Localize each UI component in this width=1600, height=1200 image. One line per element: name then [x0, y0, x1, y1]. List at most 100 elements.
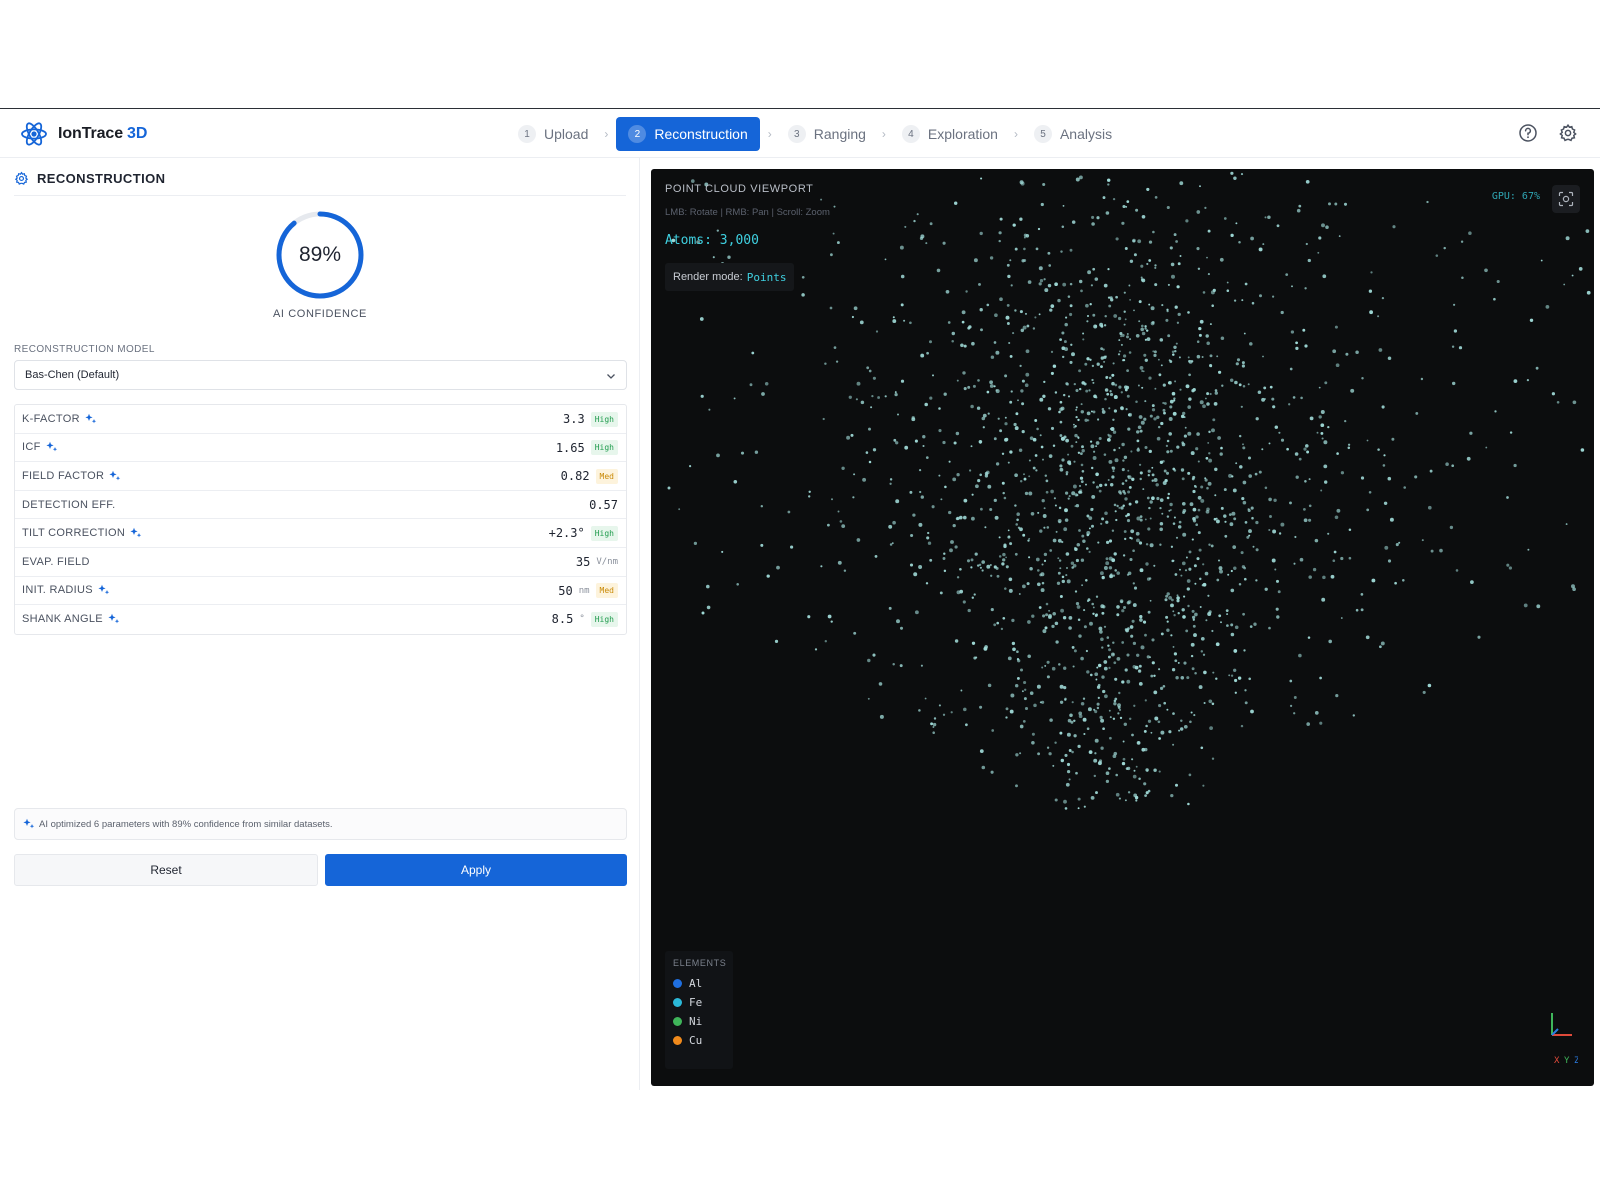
atom-point [1092, 410, 1096, 414]
atom-point [970, 404, 974, 409]
atom-point [1254, 472, 1258, 476]
atom-point [1064, 322, 1068, 327]
atom-point [1207, 612, 1212, 616]
param-value[interactable]: 0.82 [561, 469, 590, 483]
atom-point [1230, 632, 1235, 637]
atom-point [940, 498, 943, 501]
atom-point [1081, 445, 1084, 449]
atom-point [1094, 752, 1097, 755]
brand[interactable]: IonTrace 3D [20, 120, 147, 148]
legend-item[interactable]: Ni [673, 1012, 725, 1031]
atom-point [1066, 762, 1071, 767]
param-unit: nm [578, 585, 590, 596]
param-value[interactable]: 1.65 [556, 441, 585, 455]
atom-point [986, 390, 990, 394]
param-value[interactable]: 50 [558, 584, 572, 598]
atom-point [1176, 285, 1180, 289]
apply-button[interactable]: Apply [325, 854, 627, 886]
atom-point [1118, 708, 1122, 711]
chevron-right-icon: › [604, 127, 609, 141]
atom-point [1215, 519, 1220, 524]
param-value[interactable]: 8.5 [552, 612, 574, 626]
atom-point [980, 328, 983, 332]
atom-point [1545, 305, 1550, 309]
atom-point [1136, 430, 1140, 434]
point-cloud-viewport[interactable]: POINT CLOUD VIEWPORT LMB: Rotate | RMB: … [651, 169, 1594, 1086]
atom-point [1141, 386, 1144, 389]
atom-point [1058, 410, 1061, 414]
atom-point [1085, 389, 1089, 393]
reset-button[interactable]: Reset [14, 854, 318, 886]
legend-item[interactable]: Cu [673, 1031, 725, 1050]
param-value[interactable]: 35 [576, 555, 590, 569]
param-row[interactable]: SHANK ANGLE 8.5 ° High [15, 605, 626, 634]
atom-point [1069, 312, 1073, 317]
param-row[interactable]: K-FACTOR 3.3 High [15, 405, 626, 434]
model-select[interactable]: Bas-Chen (Default) [14, 360, 627, 390]
atom-point [1141, 278, 1146, 283]
atom-point [865, 451, 869, 454]
atom-point [1109, 296, 1113, 300]
screenshot-button[interactable] [1552, 185, 1580, 213]
atom-point [1389, 517, 1394, 522]
step-exploration[interactable]: 4 Exploration [894, 117, 1006, 151]
param-value[interactable]: 3.3 [563, 412, 585, 426]
atom-point [1068, 626, 1072, 630]
legend-item[interactable]: Fe [673, 993, 725, 1012]
atom-point [829, 306, 833, 310]
param-row[interactable]: ICF 1.65 High [15, 434, 626, 463]
step-reconstruction[interactable]: 2 Reconstruction [616, 117, 760, 151]
atom-point [1094, 738, 1099, 743]
step-analysis[interactable]: 5 Analysis [1026, 117, 1120, 151]
atom-point [1435, 254, 1439, 257]
param-row[interactable]: DETECTION EFF. 0.57 [15, 491, 626, 520]
atom-point [1369, 310, 1373, 315]
atom-point [929, 396, 933, 400]
param-value-group: 3.3 High [563, 405, 618, 433]
atom-point [1090, 524, 1095, 528]
atom-point [1023, 247, 1026, 251]
atom-point [1085, 649, 1089, 653]
atom-point [1136, 516, 1141, 521]
atom-point [1426, 200, 1429, 204]
step-ranging[interactable]: 3 Ranging [780, 117, 874, 151]
atom-point [1377, 315, 1380, 318]
param-row[interactable]: TILT CORRECTION +2.3° High [15, 519, 626, 548]
atom-point [1141, 369, 1144, 373]
atom-point [1076, 605, 1081, 609]
point-cloud-canvas[interactable] [651, 169, 1594, 1086]
atom-point [1199, 400, 1204, 405]
atom-point [1009, 709, 1014, 714]
atom-point [1203, 701, 1206, 705]
atom-point [1585, 229, 1590, 233]
legend-item[interactable]: Al [673, 974, 725, 993]
atom-point [1127, 490, 1131, 494]
atom-point [1338, 235, 1341, 238]
atom-point [1091, 215, 1095, 219]
atom-point [979, 473, 982, 477]
render-mode-toggle[interactable]: Render mode: Points [665, 263, 795, 291]
atom-point [1191, 538, 1194, 541]
atom-point [963, 344, 967, 348]
atom-point [868, 460, 872, 464]
atom-point [1234, 380, 1238, 385]
param-row[interactable]: EVAP. FIELD 35 V/nm [15, 548, 626, 577]
param-value[interactable]: +2.3° [549, 526, 585, 540]
atom-point [1208, 543, 1211, 546]
atom-point [1248, 534, 1251, 537]
param-row[interactable]: INIT. RADIUS 50 nm Med [15, 577, 626, 606]
step-label: Upload [544, 126, 589, 142]
atom-point [1323, 464, 1328, 469]
atom-point [1236, 358, 1241, 362]
atom-point [1188, 567, 1192, 571]
param-row[interactable]: FIELD FACTOR 0.82 Med [15, 462, 626, 491]
atom-point [1195, 515, 1199, 519]
atom-point [1014, 473, 1018, 478]
help-circle-icon[interactable] [1518, 123, 1538, 143]
param-value[interactable]: 0.57 [589, 498, 618, 512]
step-upload[interactable]: 1 Upload [510, 117, 596, 151]
atom-point [1071, 645, 1075, 649]
atom-point [1040, 202, 1044, 207]
atom-point [1108, 304, 1112, 308]
gear-icon[interactable] [1558, 123, 1578, 143]
